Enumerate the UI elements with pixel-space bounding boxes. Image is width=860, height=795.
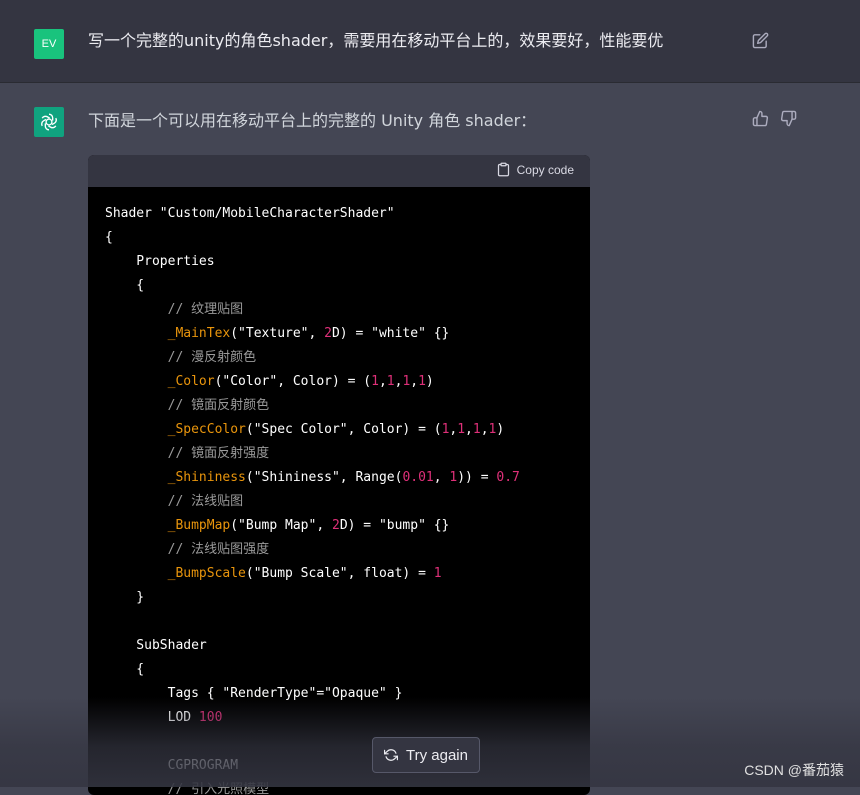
assistant-intro-text: 下面是一个可以用在移动平台上的完整的 Unity 角色 shader： [88,111,537,130]
code-line: Shader "Custom/MobileCharacterShader" [105,202,573,226]
code-line: // 纹理贴图 [105,298,573,322]
code-line: // 镜面反射强度 [105,442,573,466]
user-avatar: EV [34,29,64,59]
code-token: // 镜面反射强度 [105,446,270,461]
code-line: _BumpMap("Bump Map", 2D) = "bump" {} [105,514,573,538]
code-token: { [105,662,145,677]
code-token: ("Texture", [230,326,325,341]
code-token: ("Shininess", Range( [245,470,403,485]
code-token: 2 [331,518,340,533]
code-token: ) [496,422,505,437]
code-token: _Color [105,374,215,389]
code-token: 1 [371,374,379,389]
code-line: { [105,226,573,250]
code-token: D) = "white" {} [331,326,450,341]
code-token: 100 [198,710,223,725]
code-token: // 引入光照模型 [105,782,270,795]
code-line: { [105,658,573,682]
try-again-label: Try again [406,746,468,764]
code-line: CGPROGRAM [105,754,573,778]
code-token: // 法线贴图强度 [105,542,270,557]
code-token: _BumpScale [105,566,246,581]
code-token: , [480,422,489,437]
code-line: Tags { "RenderType"="Opaque" } [105,682,573,706]
code-token: // 漫反射颜色 [105,350,257,365]
code-token: , [378,374,387,389]
code-token: 1 [472,422,481,437]
code-token: , [433,470,450,485]
code-line: // 法线贴图 [105,490,573,514]
code-token: 1 [433,566,442,581]
code-token: 1 [386,374,395,389]
code-block: Copy code Shader "Custom/MobileCharacter… [88,155,590,795]
code-line: // 漫反射颜色 [105,346,573,370]
code-token: _SpecColor [105,422,246,437]
code-token: Tags { "RenderType"="Opaque" } [105,686,403,701]
code-token: LOD [105,710,199,725]
code-line: _Color("Color", Color) = (1,1,1,1) [105,370,573,394]
code-token: SubShader [105,638,207,653]
openai-logo-icon [41,113,57,131]
code-token: 1 [418,374,426,389]
assistant-avatar [34,107,64,137]
code-token: // 镜面反射颜色 [105,398,270,413]
code-line: Properties [105,250,573,274]
code-token: CGPROGRAM [105,758,239,773]
code-token: { [105,230,113,245]
code-token: } [105,590,145,605]
code-token: , [465,422,473,437]
code-block-header: Copy code [88,155,590,187]
code-line: _Shininess("Shininess", Range(0.01, 1)) … [105,466,573,490]
code-line: { [105,274,573,298]
code-token: , [410,374,419,389]
try-again-button[interactable]: Try again [372,737,480,773]
copy-code-button[interactable]: Copy code [496,162,574,177]
code-token: ("Spec Color", Color) = ( [245,422,442,437]
thumbs-up-icon[interactable] [752,110,769,127]
code-token: 0.01 [402,470,434,485]
code-token: Properties [105,254,215,269]
code-token: ("Bump Map", [230,518,332,533]
user-message-text: 写一个完整的unity的角色shader，需要用在移动平台上的，效果要好，性能要… [88,31,664,50]
code-token: 0.7 [496,470,520,485]
edit-icon[interactable] [752,32,769,49]
code-line: // 镜面反射颜色 [105,394,573,418]
user-message-row: EV 写一个完整的unity的角色shader，需要用在移动平台上的，效果要好，… [0,0,860,83]
code-line: _BumpScale("Bump Scale", float) = 1 [105,562,573,586]
code-token: ("Color", Color) = ( [214,374,372,389]
code-token: 2 [324,326,332,341]
thumbs-down-icon[interactable] [780,110,797,127]
watermark: CSDN @番茄猿 [744,762,844,778]
code-token: )) = [457,470,497,485]
copy-code-label: Copy code [516,162,574,177]
code-token: // 法线贴图 [105,494,244,509]
code-token: ("Bump Scale", float) = [245,566,434,581]
code-line: LOD 100 [105,706,573,730]
code-token: { [105,278,145,293]
code-token: _Shininess [105,470,246,485]
code-line: _SpecColor("Spec Color", Color) = (1,1,1… [105,418,573,442]
code-token: ) [425,374,434,389]
code-body: Shader "Custom/MobileCharacterShader" { P… [88,187,590,795]
code-token: D) = "bump" {} [339,518,450,533]
code-token: // 纹理贴图 [105,302,244,317]
code-line: _MainTex("Texture", 2D) = "white" {} [105,322,573,346]
code-token: 1 [457,422,466,437]
clipboard-icon [497,162,509,177]
refresh-icon [384,749,398,761]
code-line: SubShader [105,634,573,658]
code-token: Shader "Custom/MobileCharacterShader" [105,206,395,221]
code-line: } [105,586,573,610]
code-token: _BumpMap [105,518,231,533]
code-line: // 法线贴图强度 [105,538,573,562]
code-token: _MainTex [105,326,231,341]
